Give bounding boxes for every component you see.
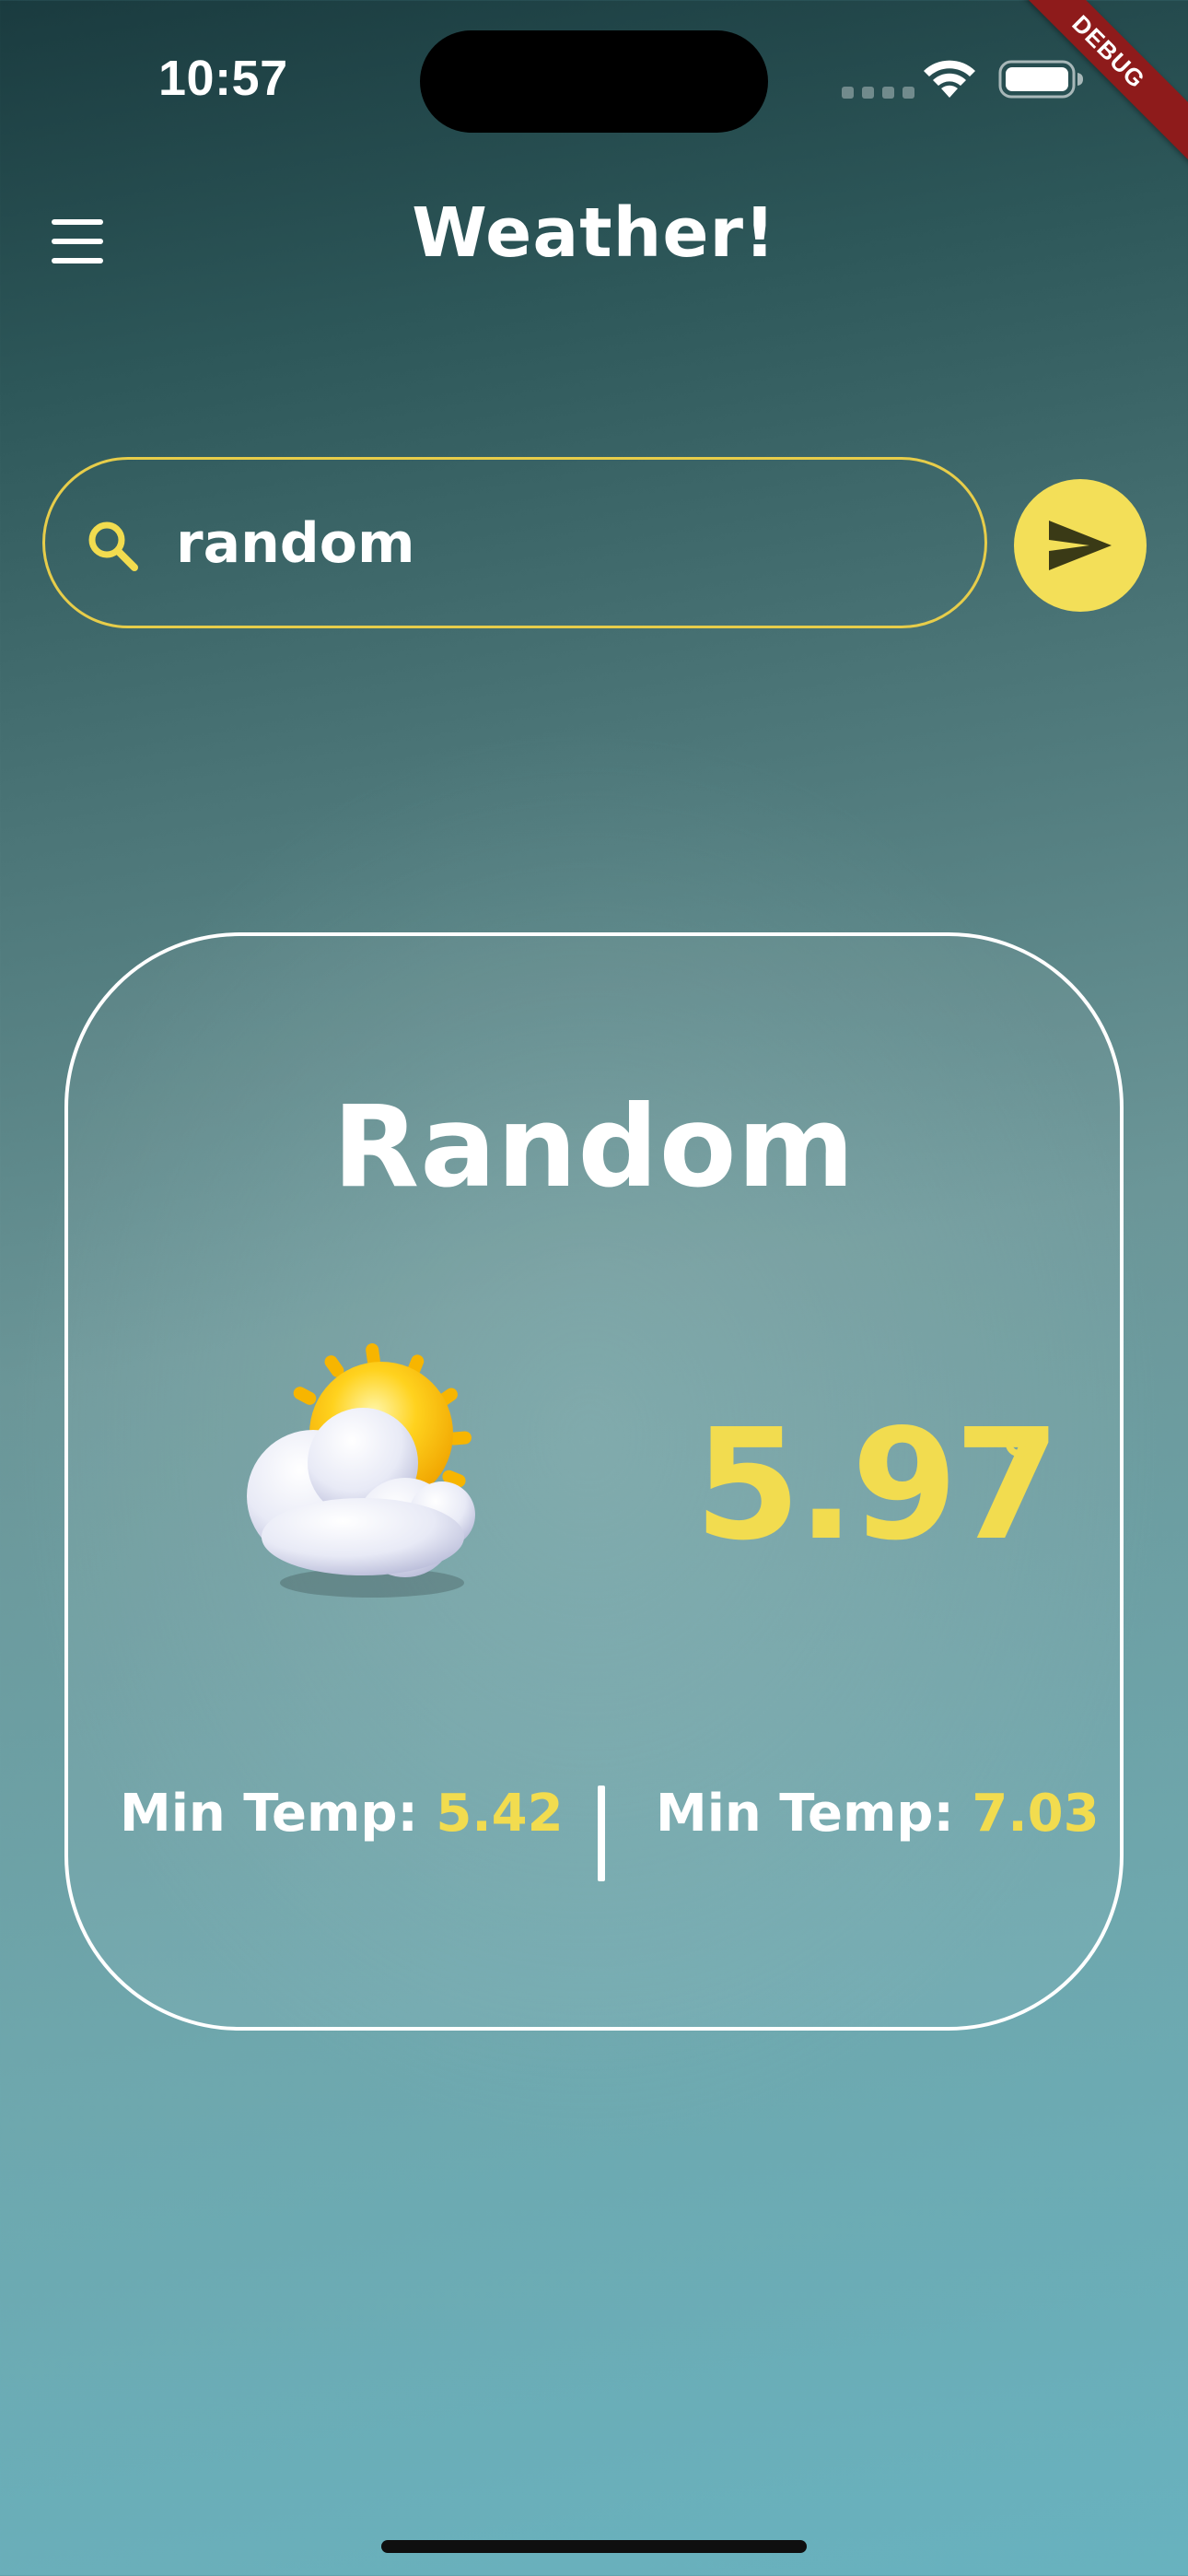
search-input[interactable] <box>176 504 931 583</box>
sun-behind-cloud-icon <box>247 1343 475 1598</box>
search-icon <box>88 521 138 571</box>
min-temp: Min Temp: 5.42 <box>120 1784 564 1844</box>
dynamic-island <box>420 30 768 133</box>
app-title: Weather! <box>412 193 776 273</box>
min-temp-value: 5.42 <box>436 1784 564 1844</box>
wifi-icon <box>924 60 975 98</box>
search-field[interactable] <box>42 457 987 628</box>
min-temp-label: Min Temp: <box>120 1784 437 1844</box>
temp-divider <box>598 1786 605 1881</box>
max-temp-value: 7.03 <box>972 1784 1100 1844</box>
send-button[interactable] <box>1014 479 1147 612</box>
battery-icon <box>998 60 1083 99</box>
weather-card: Random 5.97 ° Min Temp: 5.42 Min Temp: 7… <box>64 932 1124 2031</box>
city-name: Random <box>332 1082 856 1212</box>
max-temp-label: Min Temp: <box>656 1784 973 1844</box>
send-icon <box>1049 521 1112 570</box>
max-temp: Min Temp: 7.03 <box>656 1784 1100 1844</box>
status-bar-time: 10:57 <box>158 51 288 106</box>
home-indicator[interactable] <box>381 2540 807 2553</box>
degree-symbol: ° <box>998 1415 1040 1512</box>
cell-signal-icon <box>842 87 914 99</box>
